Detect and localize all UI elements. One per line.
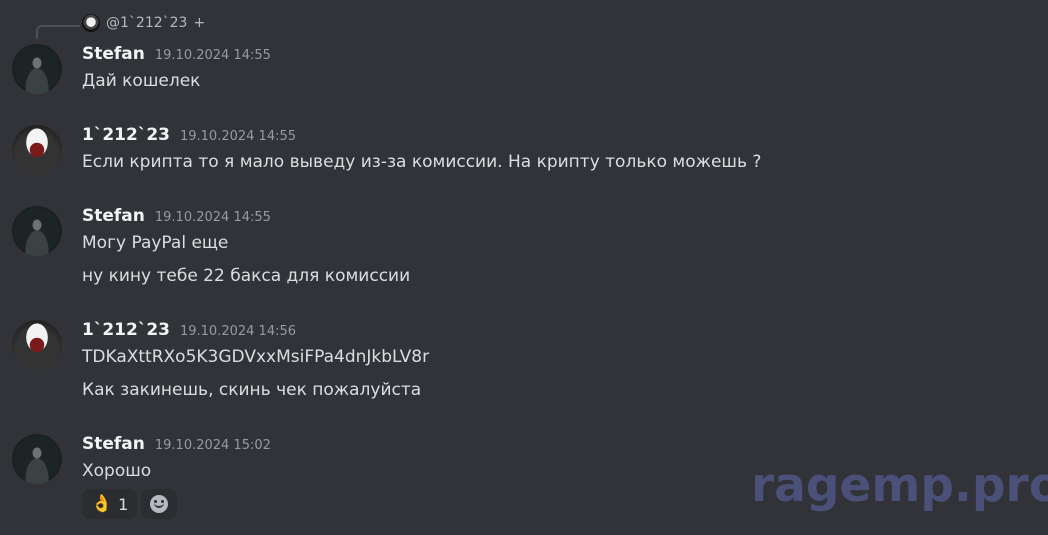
avatar[interactable] [12, 320, 62, 370]
timestamp[interactable]: 19.10.2024 14:55 [180, 129, 296, 144]
username[interactable]: Stefan [82, 206, 145, 226]
message-text: ну кину тебе 22 бакса для комиссии [82, 266, 411, 286]
reaction-count: 1 [118, 494, 129, 514]
reply-plus-icon: + [193, 15, 206, 31]
timestamp[interactable]: 19.10.2024 15:02 [155, 438, 271, 453]
reply-avatar [82, 14, 100, 32]
message-header: Stefan 19.10.2024 15:02 [82, 434, 271, 454]
ok-hand-icon: 👌 [91, 494, 113, 514]
message-header: Stefan 19.10.2024 14:55 [82, 206, 271, 226]
message-text: Хорошо [82, 461, 152, 481]
message-text: TDKaXttRXo5K3GDVxxMsiFPa4dnJkbLV8r [82, 347, 430, 367]
reactions-bar: 👌 1 [82, 489, 178, 519]
reply-reference[interactable]: @1`212`23 + [82, 14, 205, 32]
timestamp[interactable]: 19.10.2024 14:55 [155, 210, 271, 225]
chat-message-list: @1`212`23 + Stefan 19.10.2024 14:55 Дай … [0, 0, 1048, 535]
message-text: Если крипта то я мало выведу из-за комис… [82, 152, 762, 172]
message-header: Stefan 19.10.2024 14:55 [82, 44, 271, 64]
timestamp[interactable]: 19.10.2024 14:56 [180, 324, 296, 339]
reply-mention[interactable]: @1`212`23 [106, 15, 187, 31]
username[interactable]: 1`212`23 [82, 320, 170, 340]
message-text: Дай кошелек [82, 71, 201, 91]
reaction-ok-hand[interactable]: 👌 1 [82, 489, 138, 519]
message-header: 1`212`23 19.10.2024 14:55 [82, 125, 296, 145]
reply-connector-line [36, 25, 80, 39]
add-reaction-button[interactable] [141, 489, 178, 519]
username[interactable]: Stefan [82, 44, 145, 64]
message-header: 1`212`23 19.10.2024 14:56 [82, 320, 296, 340]
add-reaction-smile-icon [150, 495, 169, 513]
message-text: Могу PayPal еще [82, 233, 229, 253]
avatar[interactable] [12, 206, 62, 256]
username[interactable]: 1`212`23 [82, 125, 170, 145]
timestamp[interactable]: 19.10.2024 14:55 [155, 48, 271, 63]
watermark: ragemp.pro [751, 458, 1048, 513]
message-text: Как закинешь, скинь чек пожалуйста [82, 380, 422, 400]
username[interactable]: Stefan [82, 434, 145, 454]
avatar[interactable] [12, 434, 62, 484]
avatar[interactable] [12, 125, 62, 175]
avatar[interactable] [12, 44, 62, 94]
